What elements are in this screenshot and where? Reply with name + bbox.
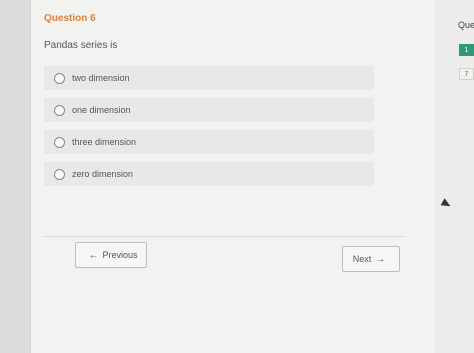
arrow-left-icon: ← [88,249,99,261]
question-title: Question 6 [44,13,96,24]
radio-icon[interactable] [54,136,65,148]
option-label: one dimension [72,105,131,115]
previous-button[interactable]: ← Previous [75,242,147,268]
next-label: Next [352,254,372,264]
radio-icon[interactable] [54,104,65,116]
question-text: Pandas series is [44,40,118,51]
option-label: zero dimension [72,169,134,179]
option-one-dimension[interactable]: one dimension [44,98,374,122]
answer-options: two dimension one dimension three dimens… [44,66,374,194]
previous-label: Previous [102,250,138,260]
option-zero-dimension[interactable]: zero dimension [44,162,374,186]
option-two-dimension[interactable]: two dimension [44,66,374,90]
option-label: two dimension [72,73,130,83]
arrow-right-icon: → [375,253,386,265]
question-nav-item[interactable]: 7 [459,68,474,80]
question-nav-current[interactable]: 1 [459,44,474,56]
question-nav-title: Que [458,20,474,30]
option-three-dimension[interactable]: three dimension [44,130,374,154]
next-button[interactable]: Next → [342,246,400,272]
divider [44,236,404,237]
radio-icon[interactable] [54,72,65,84]
left-margin [0,0,30,353]
option-label: three dimension [72,137,137,147]
radio-icon[interactable] [54,168,65,180]
